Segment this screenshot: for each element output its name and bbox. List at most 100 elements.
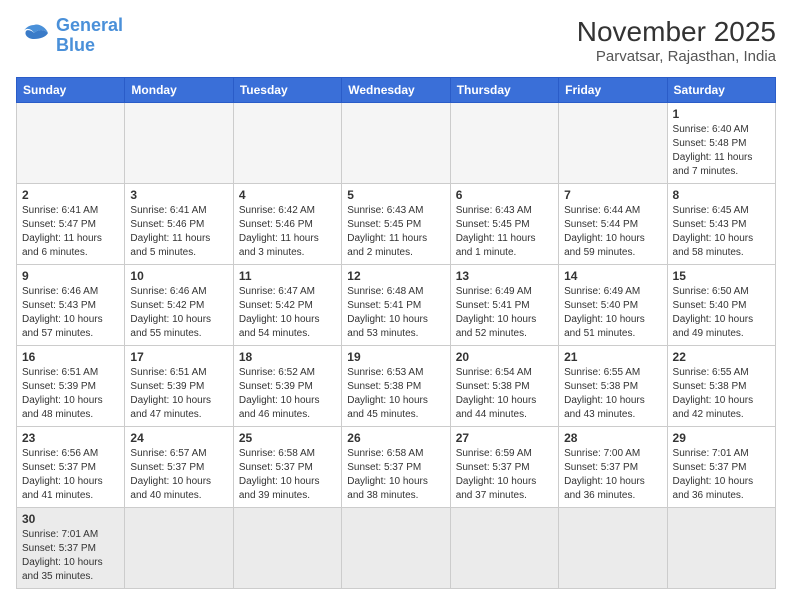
calendar-cell: 22Sunrise: 6:55 AM Sunset: 5:38 PM Dayli…	[667, 346, 775, 427]
calendar-cell: 29 Sunrise: 7:01 AM Sunset: 5:37 PM Dayli…	[667, 427, 775, 508]
calendar-week-row: 9Sunrise: 6:46 AM Sunset: 5:43 PM Daylig…	[17, 265, 776, 346]
calendar-cell	[667, 508, 775, 589]
calendar-cell	[342, 103, 450, 184]
calendar-cell	[17, 103, 125, 184]
calendar-cell: 19 Sunrise: 6:53 AM Sunset: 5:38 PM Dayli…	[342, 346, 450, 427]
calendar-cell: 13 Sunrise: 6:49 AM Sunset: 5:41 PM Dayli…	[450, 265, 558, 346]
logo-icon	[16, 21, 52, 51]
calendar-cell: 28Sunrise: 7:00 AM Sunset: 5:37 PM Dayli…	[559, 427, 667, 508]
calendar-cell: 6 Sunrise: 6:43 AM Sunset: 5:45 PM Daylig…	[450, 184, 558, 265]
day-info: Sunrise: 6:49 AM Sunset: 5:41 PM Dayligh…	[456, 285, 553, 341]
calendar-cell: 17 Sunrise: 6:51 AM Sunset: 5:39 PM Dayli…	[125, 346, 233, 427]
calendar-cell: 10Sunrise: 6:46 AM Sunset: 5:42 PM Dayli…	[125, 265, 233, 346]
calendar-cell: 15Sunrise: 6:50 AM Sunset: 5:40 PM Dayli…	[667, 265, 775, 346]
calendar-cell: 9Sunrise: 6:46 AM Sunset: 5:43 PM Daylig…	[17, 265, 125, 346]
day-number: 19	[347, 350, 444, 364]
day-number: 17	[130, 350, 227, 364]
calendar-week-row: 16Sunrise: 6:51 AM Sunset: 5:39 PM Dayli…	[17, 346, 776, 427]
calendar-cell: 2 Sunrise: 6:41 AM Sunset: 5:47 PM Daylig…	[17, 184, 125, 265]
day-info: Sunrise: 6:45 AM Sunset: 5:43 PM Dayligh…	[673, 204, 770, 260]
logo-text: GeneralBlue	[56, 16, 123, 56]
calendar-cell: 3 Sunrise: 6:41 AM Sunset: 5:46 PM Daylig…	[125, 184, 233, 265]
day-number: 30	[22, 512, 119, 526]
day-number: 11	[239, 269, 336, 283]
calendar-week-row: 2 Sunrise: 6:41 AM Sunset: 5:47 PM Daylig…	[17, 184, 776, 265]
day-number: 21	[564, 350, 661, 364]
day-number: 29	[673, 431, 770, 445]
calendar-cell	[233, 508, 341, 589]
calendar-cell	[559, 508, 667, 589]
day-number: 6	[456, 188, 553, 202]
calendar-week-row: 23Sunrise: 6:56 AM Sunset: 5:37 PM Dayli…	[17, 427, 776, 508]
day-info: Sunrise: 6:41 AM Sunset: 5:46 PM Dayligh…	[130, 204, 227, 260]
calendar-cell: 5Sunrise: 6:43 AM Sunset: 5:45 PM Daylig…	[342, 184, 450, 265]
page-header: GeneralBlue November 2025 Parvatsar, Raj…	[16, 16, 776, 65]
calendar-week-row: 1 Sunrise: 6:40 AM Sunset: 5:48 PM Daylig…	[17, 103, 776, 184]
calendar-header-friday: Friday	[559, 78, 667, 103]
day-info: Sunrise: 7:01 AM Sunset: 5:37 PM Dayligh…	[673, 447, 770, 503]
calendar-header-monday: Monday	[125, 78, 233, 103]
day-info: Sunrise: 6:48 AM Sunset: 5:41 PM Dayligh…	[347, 285, 444, 341]
day-info: Sunrise: 6:46 AM Sunset: 5:43 PM Dayligh…	[22, 285, 119, 341]
day-info: Sunrise: 6:43 AM Sunset: 5:45 PM Dayligh…	[347, 204, 444, 260]
day-number: 22	[673, 350, 770, 364]
day-number: 13	[456, 269, 553, 283]
day-info: Sunrise: 6:58 AM Sunset: 5:37 PM Dayligh…	[239, 447, 336, 503]
day-info: Sunrise: 6:51 AM Sunset: 5:39 PM Dayligh…	[130, 366, 227, 422]
calendar-cell: 30Sunrise: 7:01 AM Sunset: 5:37 PM Dayli…	[17, 508, 125, 589]
calendar-cell: 27 Sunrise: 6:59 AM Sunset: 5:37 PM Dayli…	[450, 427, 558, 508]
calendar-header-row: SundayMondayTuesdayWednesdayThursdayFrid…	[17, 78, 776, 103]
day-info: Sunrise: 6:57 AM Sunset: 5:37 PM Dayligh…	[130, 447, 227, 503]
day-info: Sunrise: 6:44 AM Sunset: 5:44 PM Dayligh…	[564, 204, 661, 260]
calendar-cell: 12 Sunrise: 6:48 AM Sunset: 5:41 PM Dayli…	[342, 265, 450, 346]
calendar-cell	[342, 508, 450, 589]
calendar-cell: 18Sunrise: 6:52 AM Sunset: 5:39 PM Dayli…	[233, 346, 341, 427]
calendar-cell: 14 Sunrise: 6:49 AM Sunset: 5:40 PM Dayli…	[559, 265, 667, 346]
day-info: Sunrise: 6:41 AM Sunset: 5:47 PM Dayligh…	[22, 204, 119, 260]
day-info: Sunrise: 6:56 AM Sunset: 5:37 PM Dayligh…	[22, 447, 119, 503]
calendar-cell	[450, 508, 558, 589]
day-info: Sunrise: 6:53 AM Sunset: 5:38 PM Dayligh…	[347, 366, 444, 422]
day-info: Sunrise: 6:51 AM Sunset: 5:39 PM Dayligh…	[22, 366, 119, 422]
title-block: November 2025 Parvatsar, Rajasthan, Indi…	[577, 16, 776, 65]
calendar-cell	[125, 103, 233, 184]
day-number: 24	[130, 431, 227, 445]
calendar-table: SundayMondayTuesdayWednesdayThursdayFrid…	[16, 77, 776, 589]
calendar-cell: 4Sunrise: 6:42 AM Sunset: 5:46 PM Daylig…	[233, 184, 341, 265]
day-number: 10	[130, 269, 227, 283]
calendar-cell	[559, 103, 667, 184]
day-info: Sunrise: 6:58 AM Sunset: 5:37 PM Dayligh…	[347, 447, 444, 503]
calendar-cell	[233, 103, 341, 184]
day-number: 12	[347, 269, 444, 283]
calendar-cell	[125, 508, 233, 589]
day-number: 14	[564, 269, 661, 283]
calendar-header-wednesday: Wednesday	[342, 78, 450, 103]
day-number: 8	[673, 188, 770, 202]
day-number: 2	[22, 188, 119, 202]
calendar-cell	[450, 103, 558, 184]
day-info: Sunrise: 6:43 AM Sunset: 5:45 PM Dayligh…	[456, 204, 553, 260]
calendar-header-tuesday: Tuesday	[233, 78, 341, 103]
day-info: Sunrise: 6:54 AM Sunset: 5:38 PM Dayligh…	[456, 366, 553, 422]
subtitle: Parvatsar, Rajasthan, India	[577, 48, 776, 65]
calendar-cell: 26Sunrise: 6:58 AM Sunset: 5:37 PM Dayli…	[342, 427, 450, 508]
calendar-week-row: 30Sunrise: 7:01 AM Sunset: 5:37 PM Dayli…	[17, 508, 776, 589]
day-number: 25	[239, 431, 336, 445]
day-info: Sunrise: 6:59 AM Sunset: 5:37 PM Dayligh…	[456, 447, 553, 503]
calendar-cell: 24 Sunrise: 6:57 AM Sunset: 5:37 PM Dayli…	[125, 427, 233, 508]
calendar-cell: 20Sunrise: 6:54 AM Sunset: 5:38 PM Dayli…	[450, 346, 558, 427]
day-number: 28	[564, 431, 661, 445]
day-info: Sunrise: 6:49 AM Sunset: 5:40 PM Dayligh…	[564, 285, 661, 341]
day-info: Sunrise: 6:40 AM Sunset: 5:48 PM Dayligh…	[673, 123, 770, 179]
day-number: 18	[239, 350, 336, 364]
calendar-cell: 7 Sunrise: 6:44 AM Sunset: 5:44 PM Daylig…	[559, 184, 667, 265]
calendar-header-thursday: Thursday	[450, 78, 558, 103]
day-info: Sunrise: 6:47 AM Sunset: 5:42 PM Dayligh…	[239, 285, 336, 341]
calendar-cell: 16Sunrise: 6:51 AM Sunset: 5:39 PM Dayli…	[17, 346, 125, 427]
day-number: 7	[564, 188, 661, 202]
day-number: 3	[130, 188, 227, 202]
logo-text-block: GeneralBlue	[56, 16, 123, 56]
day-number: 27	[456, 431, 553, 445]
calendar-cell: 8 Sunrise: 6:45 AM Sunset: 5:43 PM Daylig…	[667, 184, 775, 265]
day-number: 1	[673, 107, 770, 121]
